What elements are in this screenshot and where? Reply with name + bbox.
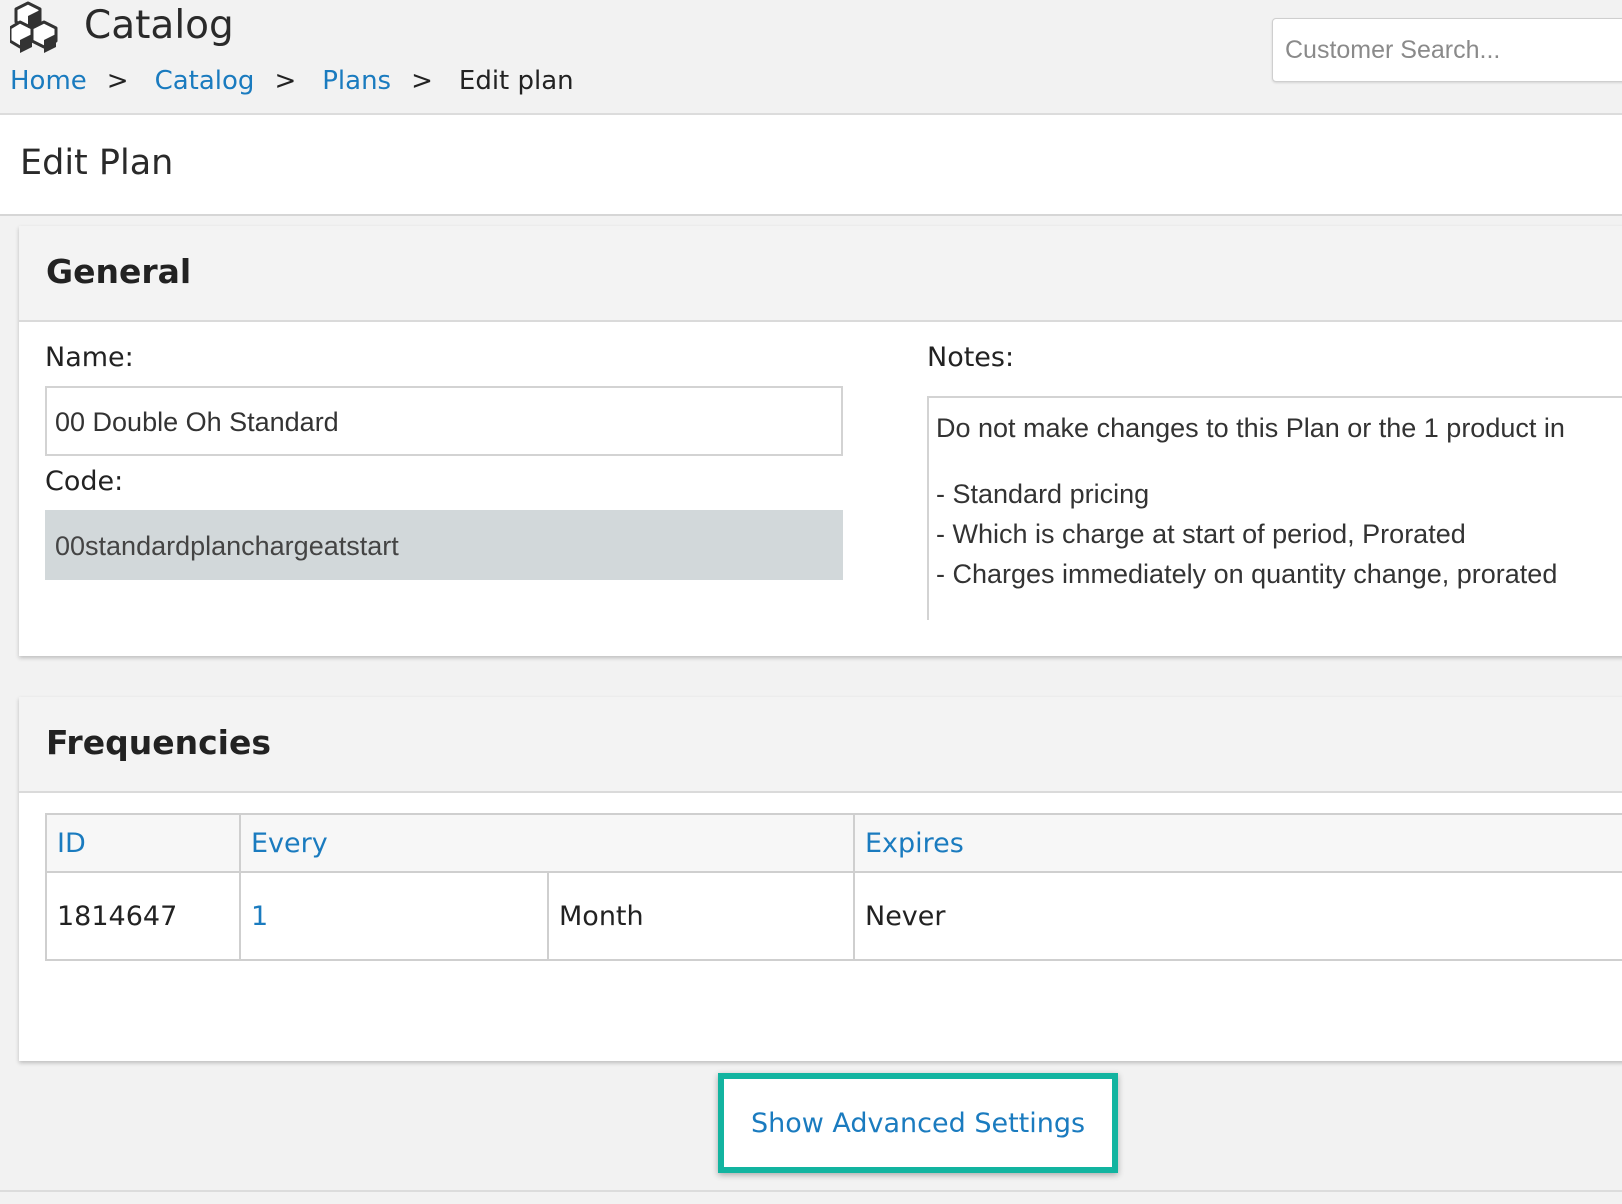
cell-every-unit: Month xyxy=(547,871,855,961)
app-title: Catalog xyxy=(84,3,234,48)
frequencies-table: ID Every Expires 1814647 1 Month Never xyxy=(45,813,1622,961)
notes-line: - Charges immediately on quantity change… xyxy=(936,559,1558,589)
notes-line-clipped: ‾ ‾ ‾ ‾ ‾ ‾ ‾ ‾ ‾ ‾ ‾ ‾ xyxy=(936,448,1127,466)
notes-line: - Standard pricing xyxy=(936,479,1150,509)
breadcrumb: Home > Catalog > Plans > Edit plan xyxy=(10,66,574,96)
page-title: Edit Plan xyxy=(20,143,174,183)
column-header-expires[interactable]: Expires xyxy=(853,813,1622,873)
notes-textarea[interactable]: Do not make changes to this Plan or the … xyxy=(927,396,1622,620)
notes-line: - Which is charge at start of period, Pr… xyxy=(936,519,1466,549)
page-header: Edit Plan xyxy=(0,115,1622,216)
frequencies-panel: Frequencies ID Every Expires 1814647 1 M… xyxy=(19,697,1622,1061)
customer-search-input[interactable] xyxy=(1272,18,1622,82)
top-bar: Catalog Home > Catalog > Plans > Edit plan xyxy=(0,0,1622,115)
breadcrumb-separator: > xyxy=(274,66,297,96)
cubes-icon xyxy=(10,1,58,53)
divider xyxy=(0,1190,1622,1192)
cell-every-count[interactable]: 1 xyxy=(239,871,549,961)
cell-expires: Never xyxy=(853,871,1622,961)
name-field[interactable]: 00 Double Oh Standard xyxy=(45,386,843,456)
general-panel-header: General xyxy=(19,226,1622,322)
general-heading: General xyxy=(46,252,192,291)
breadcrumb-home[interactable]: Home xyxy=(10,66,87,96)
frequencies-panel-header: Frequencies xyxy=(19,697,1622,793)
breadcrumb-catalog[interactable]: Catalog xyxy=(155,66,255,96)
code-field: 00standardplanchargeatstart xyxy=(45,510,843,580)
table-header-row: ID Every Expires xyxy=(45,813,1622,873)
breadcrumb-separator: > xyxy=(411,66,433,96)
general-panel: General Name: 00 Double Oh Standard Code… xyxy=(19,226,1622,656)
breadcrumb-separator: > xyxy=(106,66,129,96)
notes-label: Notes: xyxy=(927,342,1015,373)
column-header-every[interactable]: Every xyxy=(239,813,855,873)
breadcrumb-plans[interactable]: Plans xyxy=(322,66,391,96)
name-label: Name: xyxy=(45,342,134,373)
column-header-id[interactable]: ID xyxy=(45,813,241,873)
frequencies-heading: Frequencies xyxy=(46,723,271,762)
cell-id: 1814647 xyxy=(45,871,241,961)
table-row: 1814647 1 Month Never xyxy=(45,871,1622,961)
code-label: Code: xyxy=(45,466,124,497)
show-advanced-settings-button[interactable]: Show Advanced Settings xyxy=(718,1073,1118,1173)
breadcrumb-current: Edit plan xyxy=(458,66,574,96)
notes-line: Do not make changes to this Plan or the … xyxy=(936,413,1565,443)
